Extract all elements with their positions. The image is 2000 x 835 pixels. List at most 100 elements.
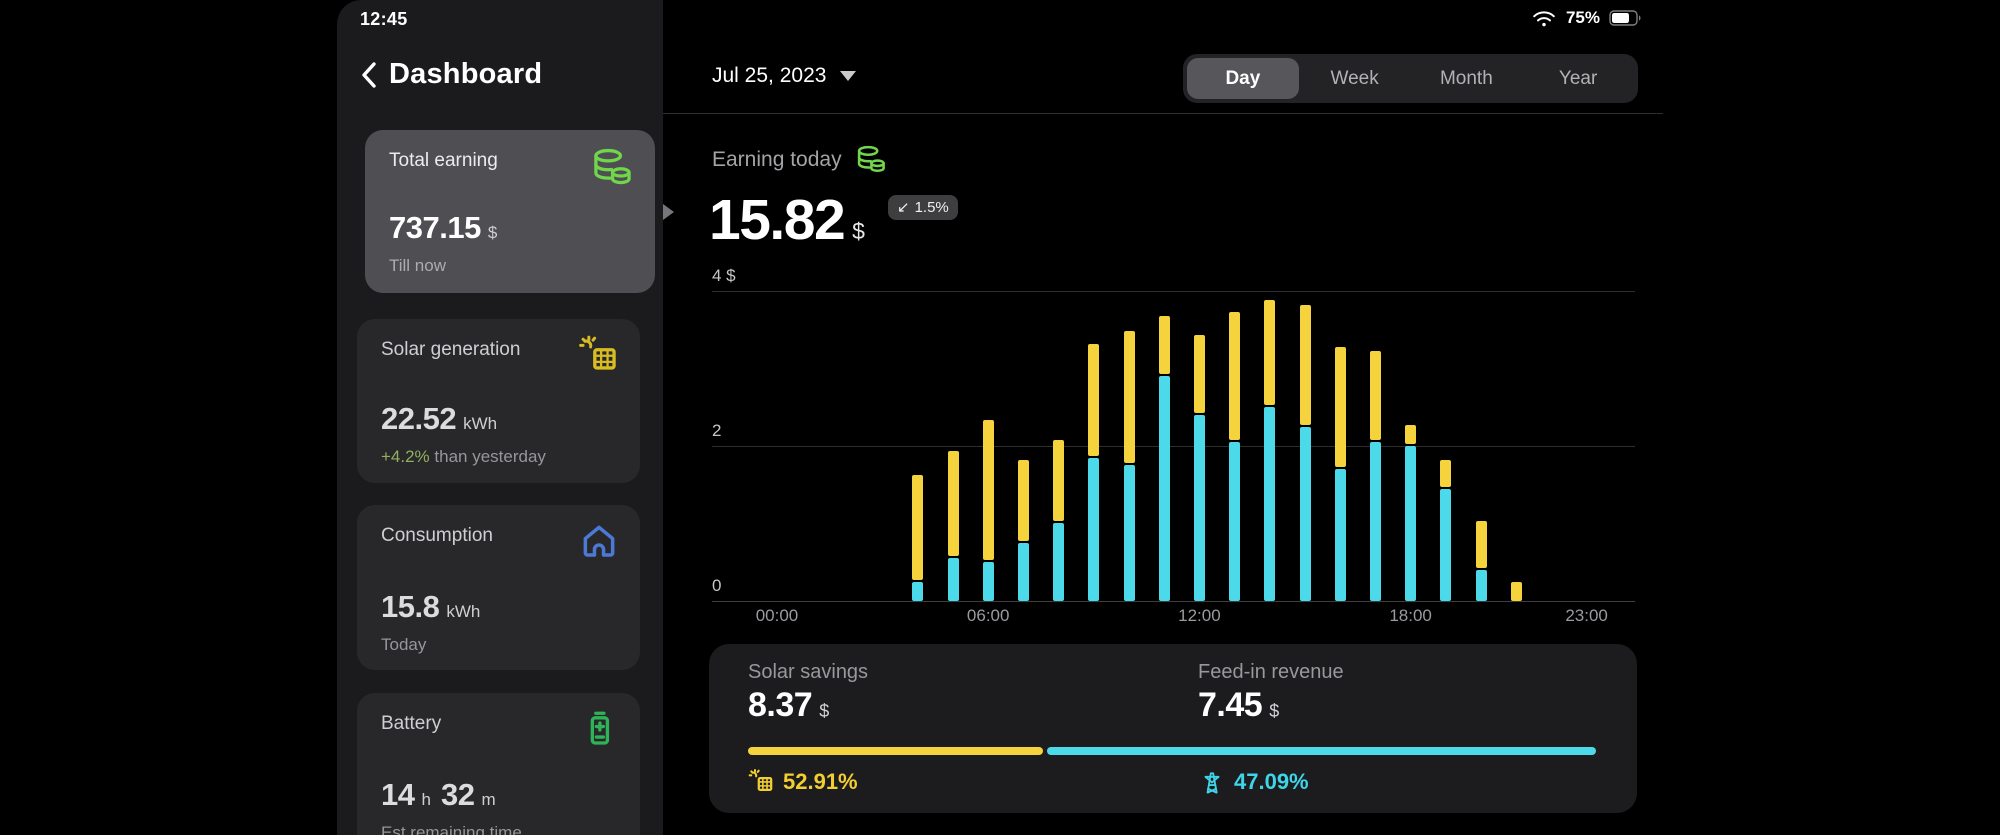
solar-savings-unit: $ [819,701,829,722]
bar-solar-13:00[interactable] [1229,312,1240,440]
sidebar: 12:45 Dashboard Total earning [337,0,663,835]
trend-badge-value: 1.5% [915,199,949,216]
date-label: Jul 25, 2023 [712,64,826,88]
bar-feed-in-16:00[interactable] [1335,469,1346,601]
bar-feed-in-09:00[interactable] [1088,458,1099,601]
wifi-icon [1531,8,1557,28]
card-title: Solar generation [381,339,520,361]
solar-savings-progress-bar [748,747,1043,755]
bar-solar-11:00[interactable] [1159,316,1170,374]
tab-month[interactable]: Month [1411,58,1523,99]
coins-icon [854,143,888,177]
card-title: Battery [381,713,441,735]
bar-solar-10:00[interactable] [1124,331,1135,463]
device-screen: 12:45 Dashboard Total earning [337,0,1663,835]
card-value-number: 15.8 [381,589,439,625]
bar-feed-in-12:00[interactable] [1194,415,1205,601]
card-subtitle: +4.2% than yesterday [381,447,546,467]
bar-solar-09:00[interactable] [1088,344,1099,456]
tab-year[interactable]: Year [1522,58,1634,99]
bar-solar-15:00[interactable] [1300,305,1311,425]
y-axis-tick-label: 0 [712,576,721,596]
card-value-unit: $ [488,223,497,243]
y-axis-tick-label: 4 $ [712,266,736,286]
bar-solar-19:00[interactable] [1440,460,1451,487]
solar-savings-value: 8.37 $ [748,686,829,725]
solar-savings-percent: 52.91% [783,769,858,795]
card-value-unit: kWh [446,602,480,622]
back-nav: Dashboard [359,58,542,91]
card-solar-generation[interactable]: Solar generation 22.52 kWh +4.2% than ye… [357,319,640,483]
feed-in-revenue-label: Feed-in revenue [1198,661,1344,684]
bar-solar-06:00[interactable] [983,420,994,560]
x-axis-tick-label: 06:00 [953,606,1023,626]
x-axis-tick-label: 23:00 [1552,606,1622,626]
bar-feed-in-17:00[interactable] [1370,442,1381,601]
house-icon [578,520,620,562]
range-tabs: DayWeekMonthYear [1183,54,1638,103]
card-value: 15.8 kWh [381,589,490,625]
bar-solar-14:00[interactable] [1264,300,1275,405]
solar-savings-number: 8.37 [748,686,812,725]
solar-panel-icon [748,768,775,795]
bar-solar-04:00[interactable] [912,475,923,580]
earning-number: 15.82 [709,192,844,249]
bar-feed-in-04:00[interactable] [912,582,923,601]
bar-solar-08:00[interactable] [1053,440,1064,521]
bar-solar-18:00[interactable] [1405,425,1416,444]
card-subtitle: Till now [389,256,446,276]
bar-feed-in-18:00[interactable] [1405,446,1416,601]
header-divider [663,113,1663,114]
power-tower-icon [1198,768,1226,796]
bar-feed-in-13:00[interactable] [1229,442,1240,601]
feed-in-percent: 47.09% [1234,769,1309,795]
card-title: Consumption [381,525,493,547]
card-value-number: 22.52 [381,401,456,437]
feed-in-revenue-value: 7.45 $ [1198,686,1279,725]
delta-value: +4.2% [381,447,430,466]
bar-feed-in-20:00[interactable] [1476,570,1487,601]
page-title: Dashboard [389,58,542,91]
bar-feed-in-07:00[interactable] [1018,543,1029,601]
bar-solar-07:00[interactable] [1018,460,1029,541]
bar-solar-12:00[interactable] [1194,335,1205,413]
bar-feed-in-11:00[interactable] [1159,376,1170,601]
bar-feed-in-06:00[interactable] [983,562,994,601]
bar-feed-in-05:00[interactable] [948,558,959,601]
status-time: 12:45 [360,9,408,30]
selected-card-pointer-icon [663,204,674,220]
card-value-unit: kWh [463,414,497,434]
battery-charge-icon [578,708,620,750]
chevron-down-icon [840,71,856,81]
bar-solar-17:00[interactable] [1370,351,1381,440]
trend-badge: ↙ 1.5% [888,195,958,220]
bar-solar-16:00[interactable] [1335,347,1346,467]
bar-solar-21:00[interactable] [1511,582,1522,601]
card-consumption[interactable]: Consumption 15.8 kWh Today [357,505,640,670]
bar-feed-in-10:00[interactable] [1124,465,1135,601]
bar-feed-in-19:00[interactable] [1440,489,1451,601]
feed-in-percent-row: 47.09% [1198,768,1309,796]
bar-solar-05:00[interactable] [948,451,959,556]
card-value-minutes: 32 [441,777,474,813]
trend-down-left-arrow-icon: ↙ [897,198,910,216]
coins-icon [589,145,635,191]
bar-solar-20:00[interactable] [1476,521,1487,568]
tab-day[interactable]: Day [1187,58,1299,99]
card-subtitle: Today [381,635,426,655]
gridline-2 [712,446,1635,447]
bar-feed-in-14:00[interactable] [1264,407,1275,601]
bar-feed-in-15:00[interactable] [1300,427,1311,601]
delta-suffix: than yesterday [434,447,546,466]
y-axis-tick-label: 2 [712,421,721,441]
bar-feed-in-08:00[interactable] [1053,523,1064,601]
card-battery[interactable]: Battery 14 h 32 m Est remaining time [357,693,640,835]
card-subtitle: Est remaining time [381,823,522,835]
date-selector[interactable]: Jul 25, 2023 [712,64,856,88]
tab-week[interactable]: Week [1299,58,1411,99]
back-chevron-icon[interactable] [359,60,379,90]
status-cluster: 75% [1531,8,1642,28]
card-total-earning[interactable]: Total earning 737.15 $ Till now [365,130,655,293]
card-title: Total earning [389,150,498,172]
card-value: 737.15 $ [389,210,507,246]
